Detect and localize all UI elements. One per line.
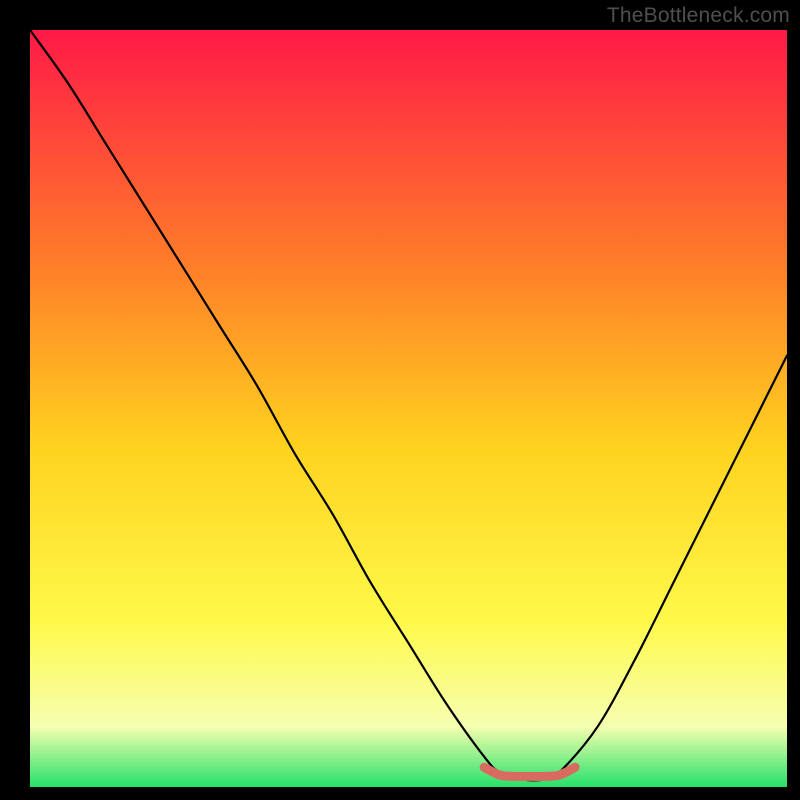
chart-plot-area (30, 30, 787, 787)
watermark-text: TheBottleneck.com (607, 4, 790, 28)
bottleneck-chart-svg (30, 30, 787, 787)
chart-background-gradient (30, 30, 787, 787)
